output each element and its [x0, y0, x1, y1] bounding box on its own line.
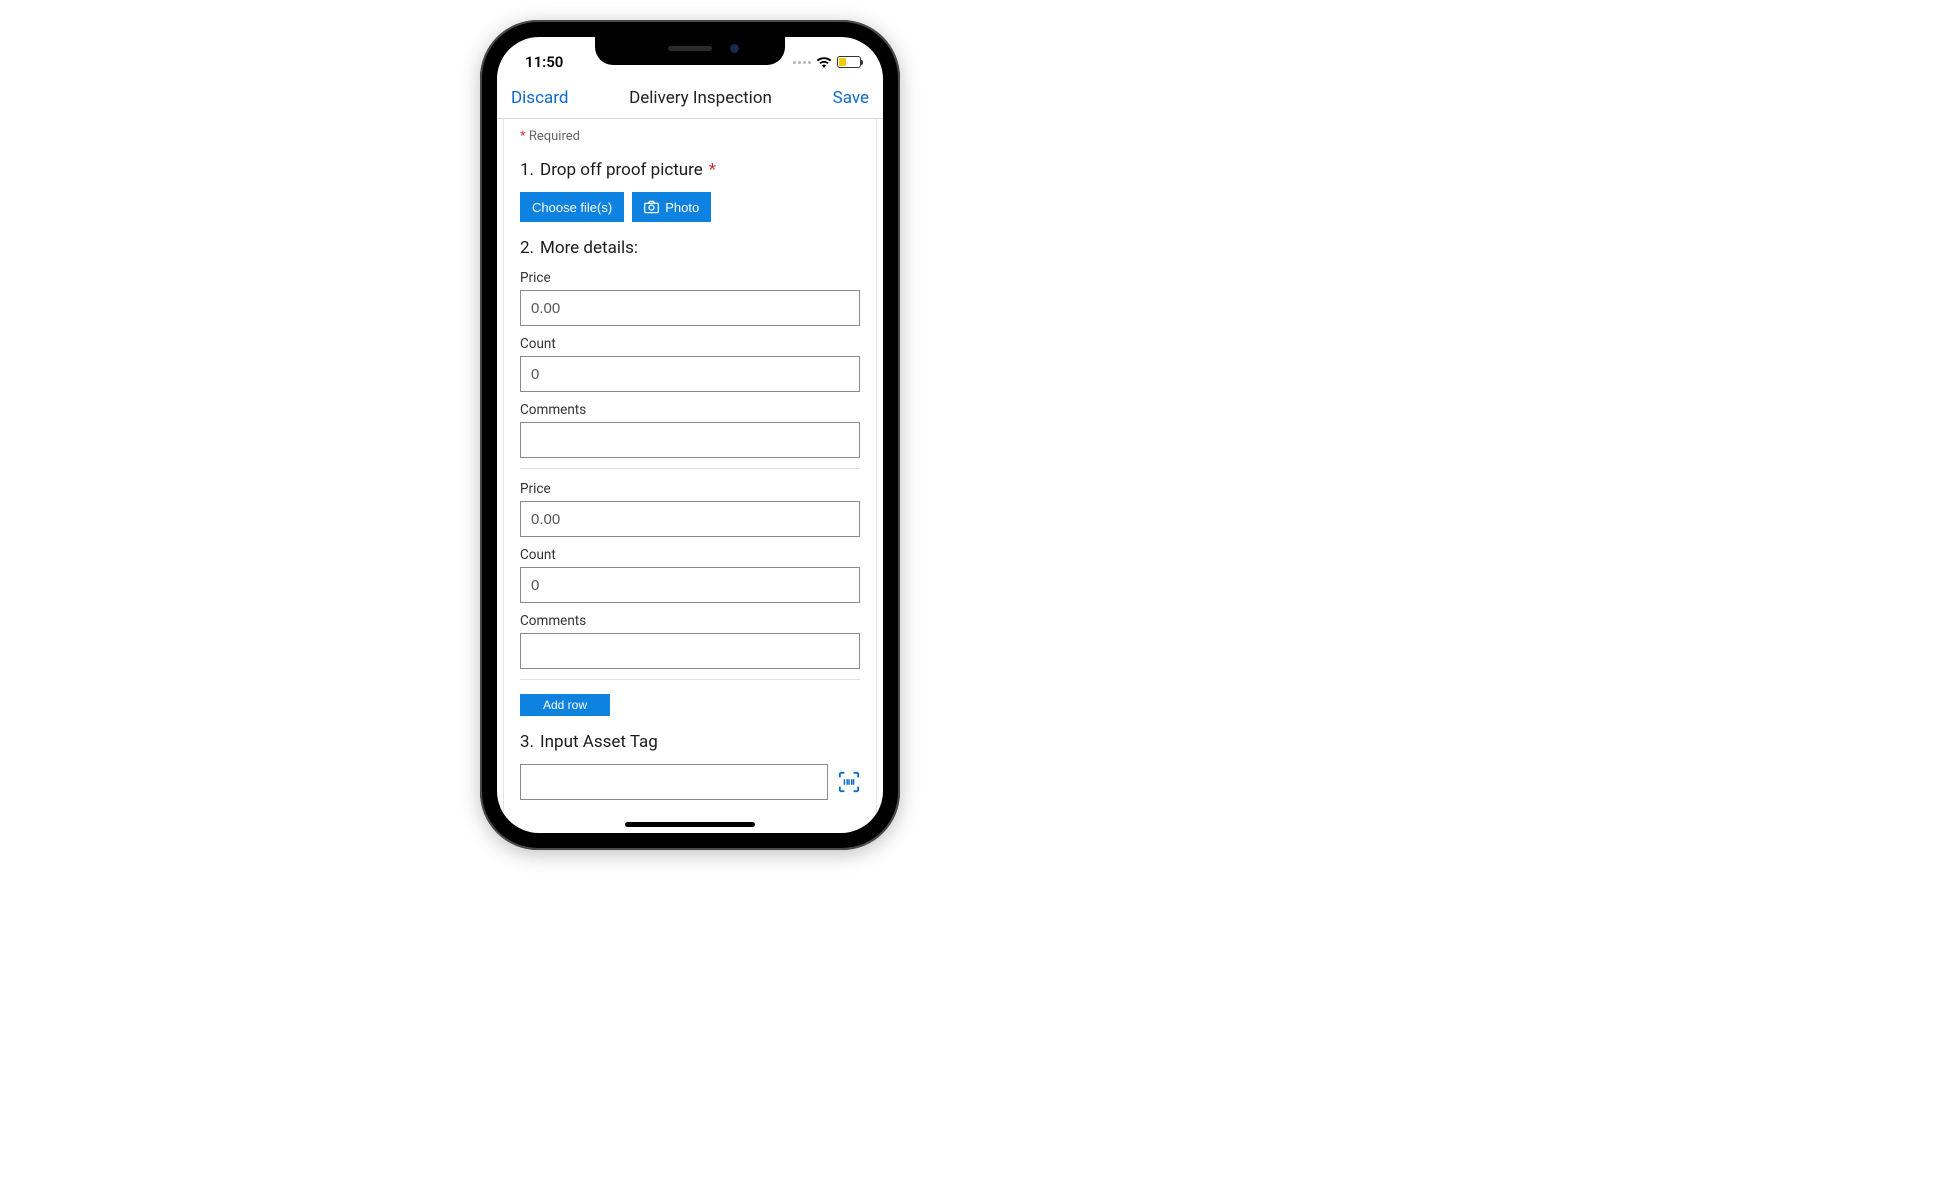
choose-files-button[interactable]: Choose file(s) [520, 192, 624, 222]
q1-required-star: * [709, 160, 716, 180]
q1-number: 1. [520, 160, 534, 180]
price-label-1: Price [520, 270, 860, 286]
question-1-title: 1. Drop off proof picture * [520, 160, 860, 180]
count-label-1: Count [520, 336, 860, 352]
cellular-dots-icon [793, 61, 811, 64]
save-button[interactable]: Save [833, 88, 869, 108]
question-2: 2. More details: Price Count [520, 238, 860, 716]
phone-screen: 11:50 Discard [497, 37, 883, 833]
barcode-scan-icon[interactable] [838, 771, 860, 793]
phone-frame: 11:50 Discard [480, 20, 900, 850]
q3-text: Input Asset Tag [540, 732, 658, 752]
required-note: * Required [520, 129, 860, 144]
question-3: 3. Input Asset Tag [520, 732, 860, 800]
comments-label-2: Comments [520, 613, 860, 629]
comments-field-2: Comments [520, 613, 860, 669]
q1-buttons: Choose file(s) Photo [520, 192, 860, 222]
price-field-2: Price [520, 481, 860, 537]
required-star: * [520, 129, 526, 144]
question-2-title: 2. More details: [520, 238, 860, 258]
status-time: 11:50 [525, 53, 563, 71]
q3-number: 3. [520, 732, 534, 752]
required-label: Required [529, 129, 580, 144]
home-indicator[interactable] [625, 822, 755, 827]
count-field-2: Count [520, 547, 860, 603]
add-row-label: Add row [543, 698, 587, 712]
speaker [668, 46, 712, 51]
count-label-2: Count [520, 547, 860, 563]
comments-label-1: Comments [520, 402, 860, 418]
price-input-1[interactable] [520, 290, 860, 326]
add-row-button[interactable]: Add row [520, 694, 610, 716]
camera-icon [644, 200, 659, 214]
wifi-icon [816, 56, 832, 68]
detail-row-1: Price Count Comments [520, 270, 860, 458]
form-area[interactable]: * Required 1. Drop off proof picture * C… [503, 119, 877, 819]
comments-field-1: Comments [520, 402, 860, 458]
count-field-1: Count [520, 336, 860, 392]
photo-label: Photo [665, 200, 699, 215]
q2-text: More details: [540, 238, 638, 258]
asset-tag-input[interactable] [520, 764, 828, 800]
phone-bezel: 11:50 Discard [494, 34, 886, 836]
count-input-2[interactable] [520, 567, 860, 603]
q1-text: Drop off proof picture [540, 160, 703, 180]
question-3-title: 3. Input Asset Tag [520, 732, 860, 752]
battery-fill [839, 58, 846, 66]
discard-button[interactable]: Discard [511, 88, 568, 108]
price-input-2[interactable] [520, 501, 860, 537]
battery-icon [837, 56, 861, 68]
photo-button[interactable]: Photo [632, 192, 711, 222]
row-separator [520, 468, 860, 469]
price-field-1: Price [520, 270, 860, 326]
detail-row-2: Price Count Comments [520, 481, 860, 669]
price-label-2: Price [520, 481, 860, 497]
page-title: Delivery Inspection [629, 88, 772, 108]
q2-number: 2. [520, 238, 534, 258]
status-right [793, 56, 861, 68]
nav-bar: Discard Delivery Inspection Save [497, 77, 883, 119]
notch [595, 37, 785, 65]
count-input-1[interactable] [520, 356, 860, 392]
front-camera [730, 44, 739, 53]
choose-files-label: Choose file(s) [532, 200, 612, 215]
row-separator-2 [520, 679, 860, 680]
comments-input-1[interactable] [520, 422, 860, 458]
asset-tag-row [520, 764, 860, 800]
question-1: 1. Drop off proof picture * Choose file(… [520, 160, 860, 222]
comments-input-2[interactable] [520, 633, 860, 669]
